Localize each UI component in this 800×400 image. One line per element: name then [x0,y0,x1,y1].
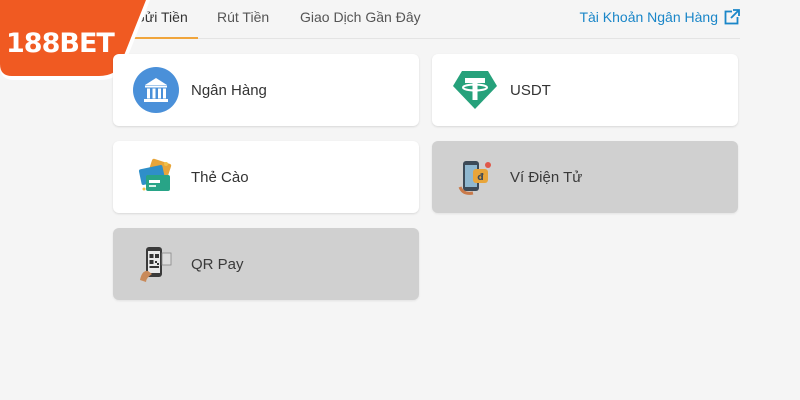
method-qr-pay-label: QR Pay [191,255,244,273]
tether-icon [451,66,499,114]
bank-account-link-label: Tài Khoản Ngân Hàng [579,9,718,25]
method-usdt-label: USDT [510,81,551,99]
bank-account-link[interactable]: Tài Khoản Ngân Hàng [579,0,740,34]
method-bank-label: Ngân Hàng [191,81,267,99]
scratch-card-icon [132,153,180,201]
method-qr-pay[interactable]: QR Pay [113,228,419,300]
method-usdt[interactable]: USDT [432,54,738,126]
method-e-wallet[interactable]: đ Ví Điện Tử [432,141,738,213]
tab-bar: Gửi Tiền Rút Tiền Giao Dịch Gần Đây Tài … [113,0,740,39]
method-e-wallet-label: Ví Điện Tử [510,168,583,186]
method-scratch-card[interactable]: Thẻ Cào [113,141,419,213]
qr-pay-icon [132,240,180,288]
tab-withdraw[interactable]: Rút Tiền [217,0,269,38]
svg-text:đ: đ [477,173,484,183]
tab-withdraw-label: Rút Tiền [217,9,270,25]
tab-recent-transactions[interactable]: Giao Dịch Gần Đây [300,0,421,38]
method-bank[interactable]: Ngân Hàng [113,54,419,126]
method-scratch-card-label: Thẻ Cào [191,168,249,186]
e-wallet-icon: đ [451,153,499,201]
brand-logo-text: 188BET [6,28,115,59]
external-link-icon [724,9,740,25]
bank-icon [132,66,180,114]
tab-recent-transactions-label: Giao Dịch Gần Đây [300,9,421,25]
